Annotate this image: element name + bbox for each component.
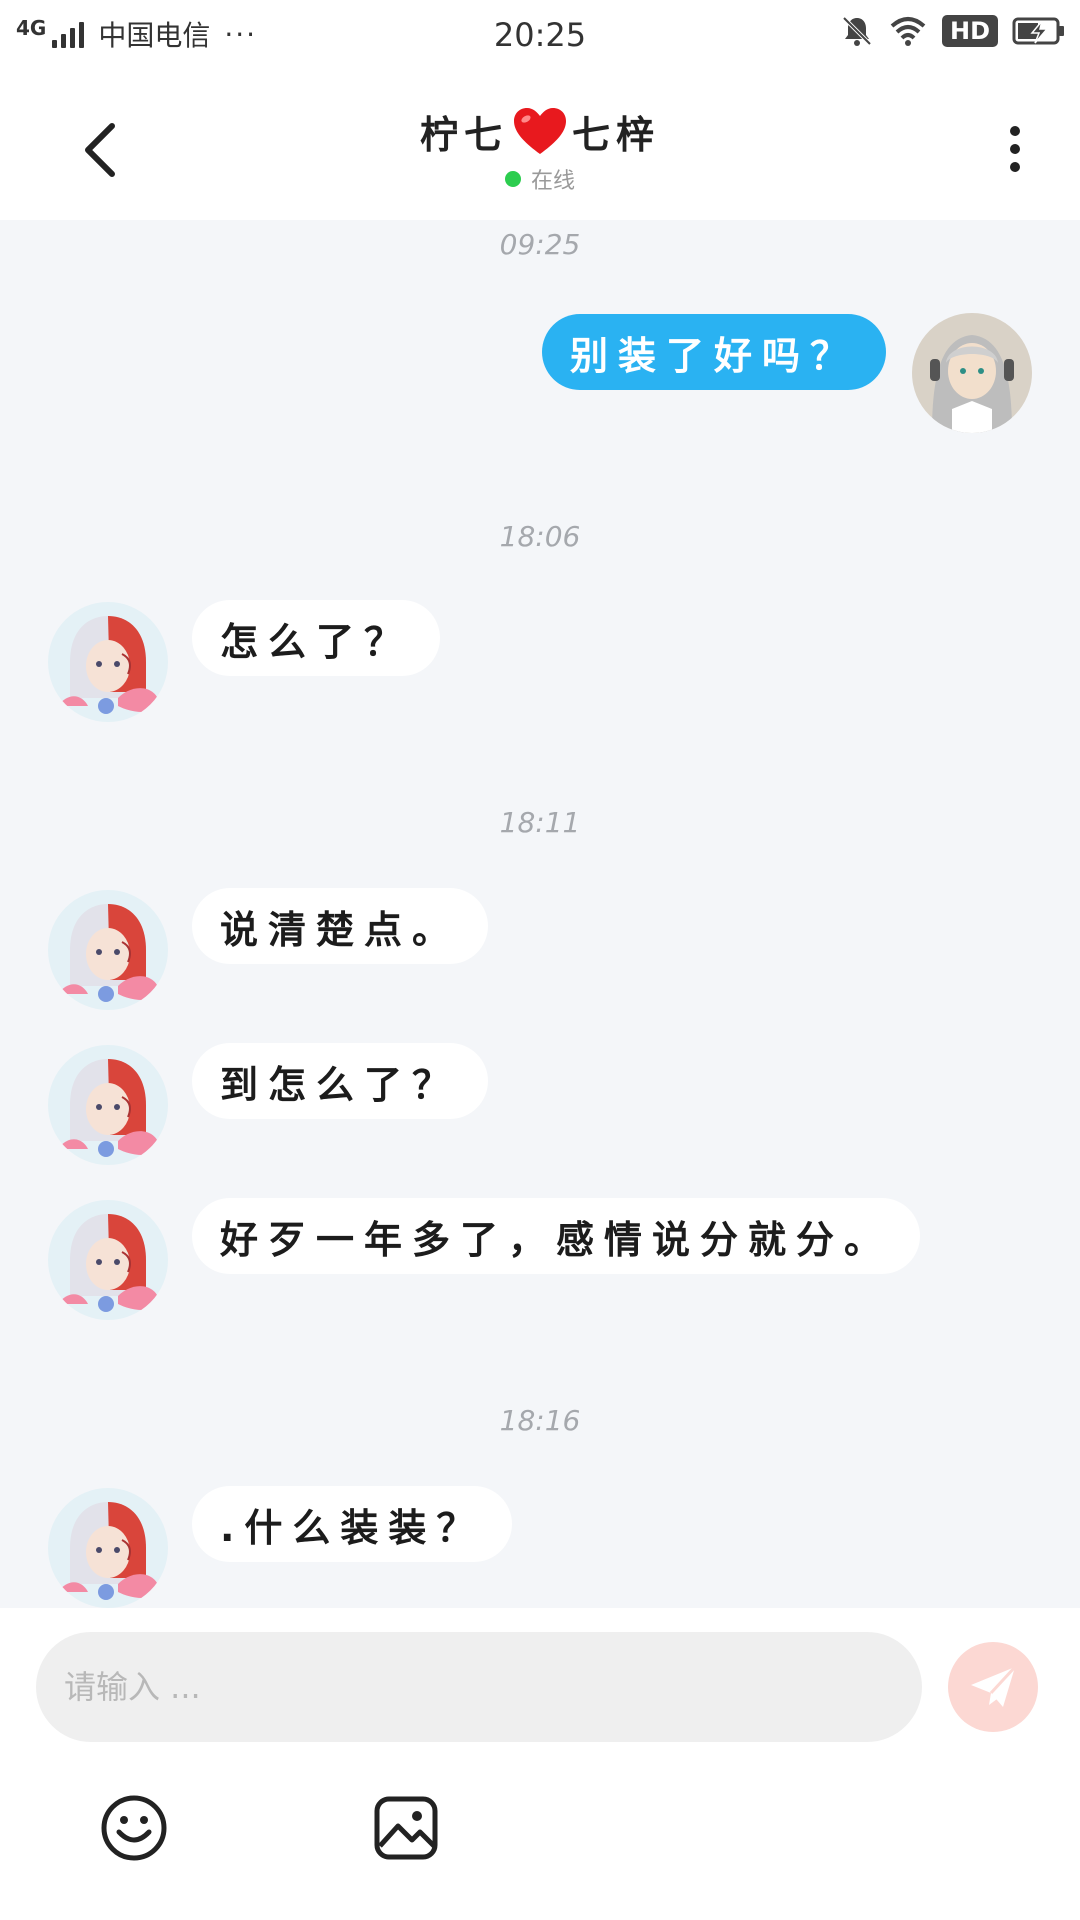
timestamp: 18:11	[499, 806, 581, 839]
more-button[interactable]	[990, 114, 1040, 184]
emoji-button[interactable]	[100, 1794, 168, 1862]
contact-name: 柠七 七梓	[420, 104, 660, 159]
avatar-contact[interactable]	[48, 890, 168, 1010]
online-status-label: 在线	[530, 169, 575, 194]
image-icon	[374, 1796, 438, 1860]
avatar-self[interactable]	[912, 313, 1032, 433]
bell-muted-icon	[842, 16, 872, 46]
message-bubble-incoming[interactable]: 到怎么了？	[192, 1043, 489, 1119]
timestamp: 18:16	[499, 1404, 581, 1437]
contact-name-right: 七梓	[572, 113, 661, 157]
chat-header: 柠七 七梓 在线	[0, 74, 1080, 220]
send-icon	[971, 1665, 1017, 1707]
emoji-icon	[101, 1795, 167, 1861]
image-button[interactable]	[372, 1794, 440, 1862]
message-input[interactable]	[36, 1632, 922, 1742]
battery-charging-icon	[1012, 17, 1064, 45]
timestamp: 09:25	[499, 228, 581, 261]
message-bubble-incoming[interactable]: 好歹一年多了，感情说分就分。	[192, 1198, 921, 1274]
message-bubble-incoming[interactable]: 说清楚点。	[192, 888, 489, 964]
heart-icon	[514, 107, 566, 154]
avatar-contact[interactable]	[48, 1200, 168, 1320]
composer	[0, 1608, 1080, 1920]
message-bubble-incoming[interactable]: .什么装装？	[192, 1486, 513, 1562]
message-list[interactable]: 09:25 别装了好吗？ 18:06 怎么了？ 18:11 说清楚点。 到怎么了…	[0, 220, 1080, 1608]
status-bar: 4G 中国电信 ··· 20:25 HD	[0, 0, 1080, 74]
hd-badge: HD	[941, 15, 998, 47]
message-bubble-outgoing[interactable]: 别装了好吗？	[541, 314, 886, 390]
more-vertical-icon	[1010, 126, 1020, 172]
online-dot	[504, 171, 521, 187]
avatar-contact[interactable]	[48, 1045, 168, 1165]
online-status: 在线	[504, 163, 575, 195]
timestamp: 18:06	[499, 520, 581, 553]
wifi-icon	[890, 17, 926, 46]
avatar-contact[interactable]	[48, 602, 168, 722]
message-bubble-incoming[interactable]: 怎么了？	[192, 600, 441, 676]
contact-info: 柠七 七梓 在线	[0, 104, 1080, 195]
status-right: HD	[840, 14, 1066, 48]
send-button[interactable]	[948, 1642, 1038, 1732]
contact-name-left: 柠七	[419, 113, 508, 157]
avatar-contact[interactable]	[48, 1488, 168, 1608]
